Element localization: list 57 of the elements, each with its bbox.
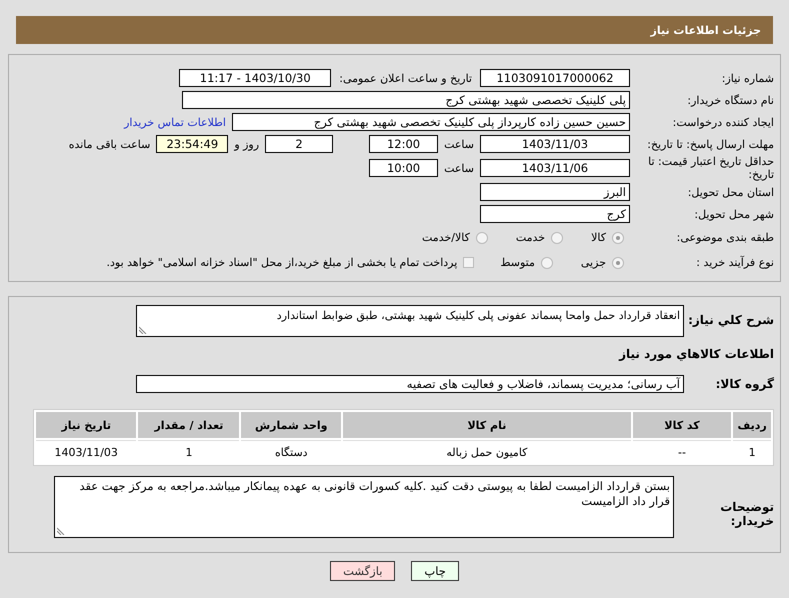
time-label: ساعت (444, 138, 474, 150)
buyer-org-field: پلی کلینیک تخصصی شهید بهشتی کرج (182, 91, 630, 109)
validity-date-field: 1403/11/06 (480, 159, 630, 177)
remaining-label: ساعت باقی مانده (68, 138, 150, 150)
radio-label: کالا (591, 231, 606, 244)
column-header: نام کالا (343, 412, 631, 438)
radio-label: متوسط (500, 256, 535, 269)
checkbox[interactable] (463, 257, 474, 268)
field-label: طبقه بندی موضوعی: (676, 231, 774, 244)
column-header: کد کالا (632, 412, 732, 438)
field-label: تاریخ و ساعت اعلان عمومی: (339, 72, 472, 84)
buyer-contact-link[interactable]: اطلاعات تماس خریدار (124, 116, 226, 128)
field-label: شماره نیاز: (720, 72, 774, 84)
checkbox-label: پرداخت تمام یا بخشی از مبلغ خرید،از محل "اسناد خزانه اسلامی" خواهد بود. (106, 256, 458, 269)
field-label: ایجاد کننده درخواست: (672, 116, 774, 128)
city-field: کرج (480, 205, 630, 223)
field-label: شرح کلي نياز: (687, 312, 774, 327)
radio-button[interactable] (612, 256, 624, 268)
reply-time-field: 12:00 (369, 135, 438, 153)
radio-label: جزیی (580, 256, 606, 269)
requester-field: حسین حسین زاده کارپرداز پلی کلینیک تخصصی شهید بهشتی کرج (232, 113, 630, 131)
radio-label: کالا/خدمت (422, 231, 470, 244)
province-field: البرز (480, 183, 630, 201)
column-header: واحد شمارش (241, 412, 342, 438)
buyer-notes-field: بستن قرارداد الزامیست لطفا به پیوستی دقت کنید .کلیه کسورات قانونی به عهده پیمانکار میباشد.مراجعه به مرکز جهت عقد قرار داد الزامیست (54, 476, 674, 538)
validity-time-field: 10:00 (369, 159, 438, 177)
remaining-time-field: 23:54:49 (156, 135, 228, 153)
field-label: توضیحات خریدار: (719, 499, 774, 528)
resize-grip-icon[interactable] (139, 326, 147, 334)
page-title: جزئیات اطلاعات نیاز (650, 24, 761, 36)
radio-label: خدمت (516, 231, 546, 244)
field-label: استان محل تحویل: (686, 186, 774, 198)
field-label: شهر محل تحویل: (693, 208, 774, 220)
description-field: انعقاد قرارداد حمل وامحا پسماند عفونی پلی کلینیک شهید بهشتی، طبق ضوابط استاندارد (136, 305, 684, 337)
days-label: روز و (234, 138, 260, 150)
section-title: اطلاعات کالاهاي مورد نياز (618, 346, 775, 363)
column-header: ردیف (733, 412, 771, 438)
time-label: ساعت (444, 162, 474, 174)
announce-date-field: 1403/10/30 - 11:17 (179, 69, 332, 87)
field-label: مهلت ارسال پاسخ: تا تاریخ: (646, 138, 774, 150)
radio-button[interactable] (551, 232, 564, 244)
field-label: نوع فرآیند خرید : (695, 256, 774, 269)
field-label: حداقل تاریخ اعتبار قیمت: تا تاریخ: (647, 155, 774, 181)
radio-button[interactable] (540, 256, 553, 268)
column-header: تاریخ نیاز (36, 412, 136, 438)
resize-grip-icon[interactable] (57, 527, 65, 535)
reply-date-field: 1403/11/03 (480, 135, 630, 153)
radio-button[interactable] (612, 232, 624, 244)
radio-button[interactable] (476, 232, 488, 244)
goods-group-field: آب رسانی؛ مدیریت پسماند، فاضلاب و فعالیت های تصفیه (136, 375, 684, 393)
action-button[interactable]: چاپ (411, 561, 459, 581)
field-label: نام دستگاه خریدار: (686, 94, 774, 106)
column-header: تعداد / مقدار (138, 412, 240, 438)
field-label: گروه کالا: (714, 376, 774, 391)
need-number-field: 1103091017000062 (480, 69, 630, 87)
action-button[interactable]: بازگشت (330, 561, 396, 581)
days-field: 2 (265, 135, 334, 153)
